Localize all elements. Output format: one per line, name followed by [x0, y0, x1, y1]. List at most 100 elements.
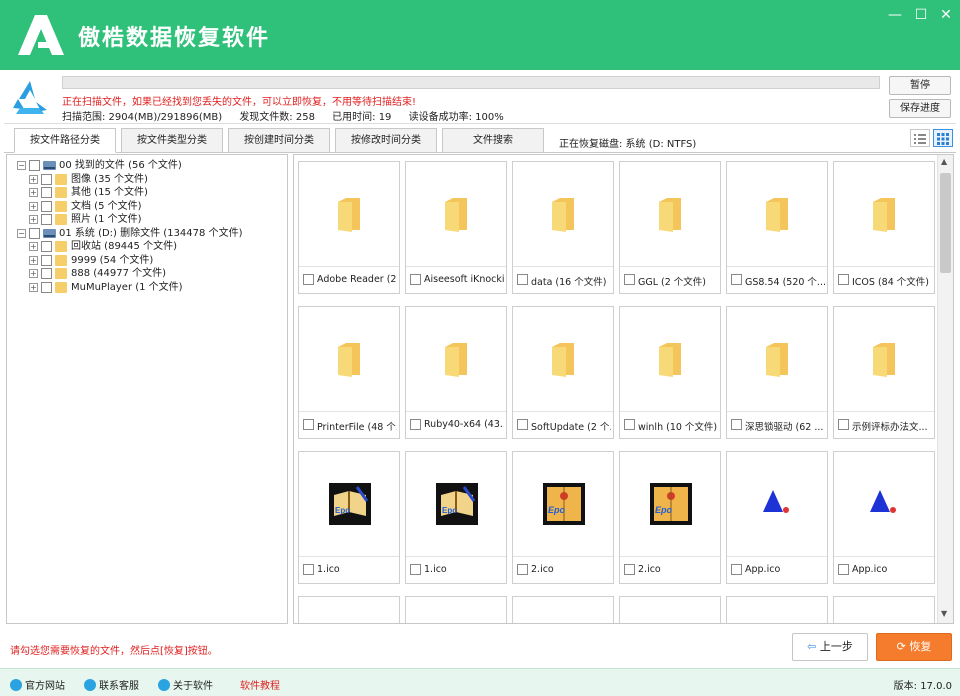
expand-icon[interactable]: + — [29, 215, 38, 224]
file-card-placeholder[interactable] — [298, 596, 400, 623]
file-name: App.ico — [852, 564, 888, 575]
scroll-thumb[interactable] — [940, 173, 951, 273]
file-checkbox[interactable] — [303, 564, 314, 575]
file-checkbox[interactable] — [303, 419, 314, 430]
scroll-down-icon[interactable]: ▼ — [941, 609, 947, 618]
tree-item[interactable]: + 图像 (35 个文件) — [15, 173, 285, 186]
expand-icon[interactable]: + — [29, 282, 38, 292]
file-card[interactable]: ICOS (84 个文件) — [833, 161, 935, 294]
pause-button[interactable]: 暂停 — [889, 76, 951, 95]
tab-by-created[interactable]: 按创建时间分类 — [228, 128, 330, 153]
book-ico-icon: Epo — [299, 452, 399, 556]
tree-item[interactable]: +9999 (54 个文件) — [15, 254, 285, 267]
official-site-link[interactable]: 官方网站 — [10, 677, 65, 692]
file-card[interactable]: data (16 个文件) — [512, 161, 614, 294]
file-checkbox[interactable] — [731, 419, 742, 430]
close-button[interactable]: ✕ — [935, 6, 957, 24]
tree-item[interactable]: + 其他 (15 个文件) — [15, 186, 285, 199]
file-checkbox[interactable] — [624, 419, 635, 430]
file-card[interactable]: winlh (10 个文件) — [619, 306, 721, 439]
collapse-icon[interactable]: − — [17, 161, 26, 170]
tree-item[interactable]: + MuMuPlayer (1 个文件) — [15, 281, 285, 294]
tree-item[interactable]: + 文档 (5 个文件) — [15, 200, 285, 213]
collapse-icon[interactable]: − — [17, 228, 26, 238]
file-checkbox[interactable] — [410, 564, 421, 575]
tree-checkbox[interactable] — [41, 214, 52, 225]
scan-panel: 正在扫描文件，如果已经找到您丢失的文件，可以立即恢复，不用等待扫描结束! 扫描范… — [4, 72, 956, 124]
expand-icon[interactable]: + — [29, 174, 38, 184]
file-checkbox[interactable] — [517, 564, 528, 575]
file-card-placeholder[interactable] — [512, 596, 614, 623]
file-checkbox[interactable] — [303, 274, 314, 285]
tree-item[interactable]: + 照片 (1 个文件) — [15, 213, 285, 226]
file-checkbox[interactable] — [731, 274, 742, 285]
contact-support-link[interactable]: 联系客服 — [84, 677, 139, 692]
file-card[interactable]: PrinterFile (48 个... — [298, 306, 400, 439]
file-card[interactable]: App.ico — [726, 451, 828, 584]
file-card[interactable]: Epo 2.ico — [512, 451, 614, 584]
tree-checkbox[interactable] — [41, 254, 52, 266]
tree-checkbox[interactable] — [41, 268, 52, 279]
file-checkbox[interactable] — [517, 274, 528, 285]
tree-checkbox[interactable] — [41, 241, 52, 252]
expand-icon[interactable]: + — [29, 188, 38, 197]
tree-checkbox[interactable] — [41, 173, 52, 185]
expand-icon[interactable]: + — [29, 255, 38, 265]
file-card-placeholder[interactable] — [833, 596, 935, 623]
grid-view-icon[interactable] — [933, 129, 953, 147]
tree-checkbox[interactable] — [41, 281, 52, 293]
file-caption: Aiseesoft iKnockin... — [406, 266, 506, 293]
expand-icon[interactable]: + — [29, 269, 38, 278]
maximize-button[interactable]: ☐ — [910, 6, 932, 24]
file-checkbox[interactable] — [410, 419, 421, 430]
save-progress-button[interactable]: 保存进度 — [889, 99, 951, 118]
about-link[interactable]: 关于软件 — [158, 677, 213, 692]
expand-icon[interactable]: + — [29, 242, 38, 251]
tab-by-type[interactable]: 按文件类型分类 — [121, 128, 223, 153]
file-checkbox[interactable] — [624, 564, 635, 575]
file-card[interactable]: GS8.54 (520 个... — [726, 161, 828, 294]
tree-item-label: 01 系统 (D:) 删除文件 (134478 个文件) — [59, 227, 243, 239]
previous-step-button[interactable]: ⇦ 上一步 — [792, 633, 868, 661]
scroll-up-icon[interactable]: ▲ — [941, 157, 947, 166]
minimize-button[interactable]: — — [884, 6, 906, 24]
tree-item[interactable]: − 01 系统 (D:) 删除文件 (134478 个文件) — [15, 227, 285, 240]
file-checkbox[interactable] — [838, 274, 849, 285]
file-card-placeholder[interactable] — [726, 596, 828, 623]
file-card[interactable]: 深思锁驱动 (62 ... — [726, 306, 828, 439]
tree-checkbox[interactable] — [29, 227, 40, 239]
vertical-scrollbar[interactable]: ▲ ▼ — [937, 155, 953, 623]
file-card[interactable]: App.ico — [833, 451, 935, 584]
tab-by-modified[interactable]: 按修改时间分类 — [335, 128, 437, 153]
expand-icon[interactable]: + — [29, 201, 38, 211]
list-view-icon[interactable] — [910, 129, 930, 147]
file-card[interactable]: GGL (2 个文件) — [619, 161, 721, 294]
file-card[interactable]: Aiseesoft iKnockin... — [405, 161, 507, 294]
recover-button[interactable]: ⟳ 恢复 — [876, 633, 952, 661]
file-card-placeholder[interactable] — [619, 596, 721, 623]
tab-file-search[interactable]: 文件搜索 — [442, 128, 544, 153]
file-card[interactable]: SoftUpdate (2 个... — [512, 306, 614, 439]
file-card[interactable]: Adobe Reader (2... — [298, 161, 400, 294]
file-card[interactable]: 示例评标办法文... — [833, 306, 935, 439]
file-checkbox[interactable] — [517, 419, 528, 430]
file-card[interactable]: Epo 1.ico — [405, 451, 507, 584]
file-checkbox[interactable] — [731, 564, 742, 575]
recover-label: 恢复 — [909, 640, 932, 653]
file-card-placeholder[interactable] — [405, 596, 507, 623]
tab-by-path[interactable]: 按文件路径分类 — [14, 128, 116, 153]
tutorial-link[interactable]: 软件教程 — [240, 677, 280, 692]
file-checkbox[interactable] — [838, 564, 849, 575]
file-checkbox[interactable] — [410, 274, 421, 285]
tree-item[interactable]: +888 (44977 个文件) — [15, 267, 285, 280]
file-checkbox[interactable] — [838, 419, 849, 430]
file-checkbox[interactable] — [624, 274, 635, 285]
file-card[interactable]: Epo 2.ico — [619, 451, 721, 584]
tree-checkbox[interactable] — [29, 160, 40, 171]
tree-item[interactable]: − 00 找到的文件 (56 个文件) — [15, 159, 285, 172]
file-card[interactable]: Epo 1.ico — [298, 451, 400, 584]
tree-checkbox[interactable] — [41, 200, 52, 212]
tree-checkbox[interactable] — [41, 187, 52, 198]
tree-item[interactable]: + 回收站 (89445 个文件) — [15, 240, 285, 253]
file-card[interactable]: Ruby40-x64 (43... — [405, 306, 507, 439]
